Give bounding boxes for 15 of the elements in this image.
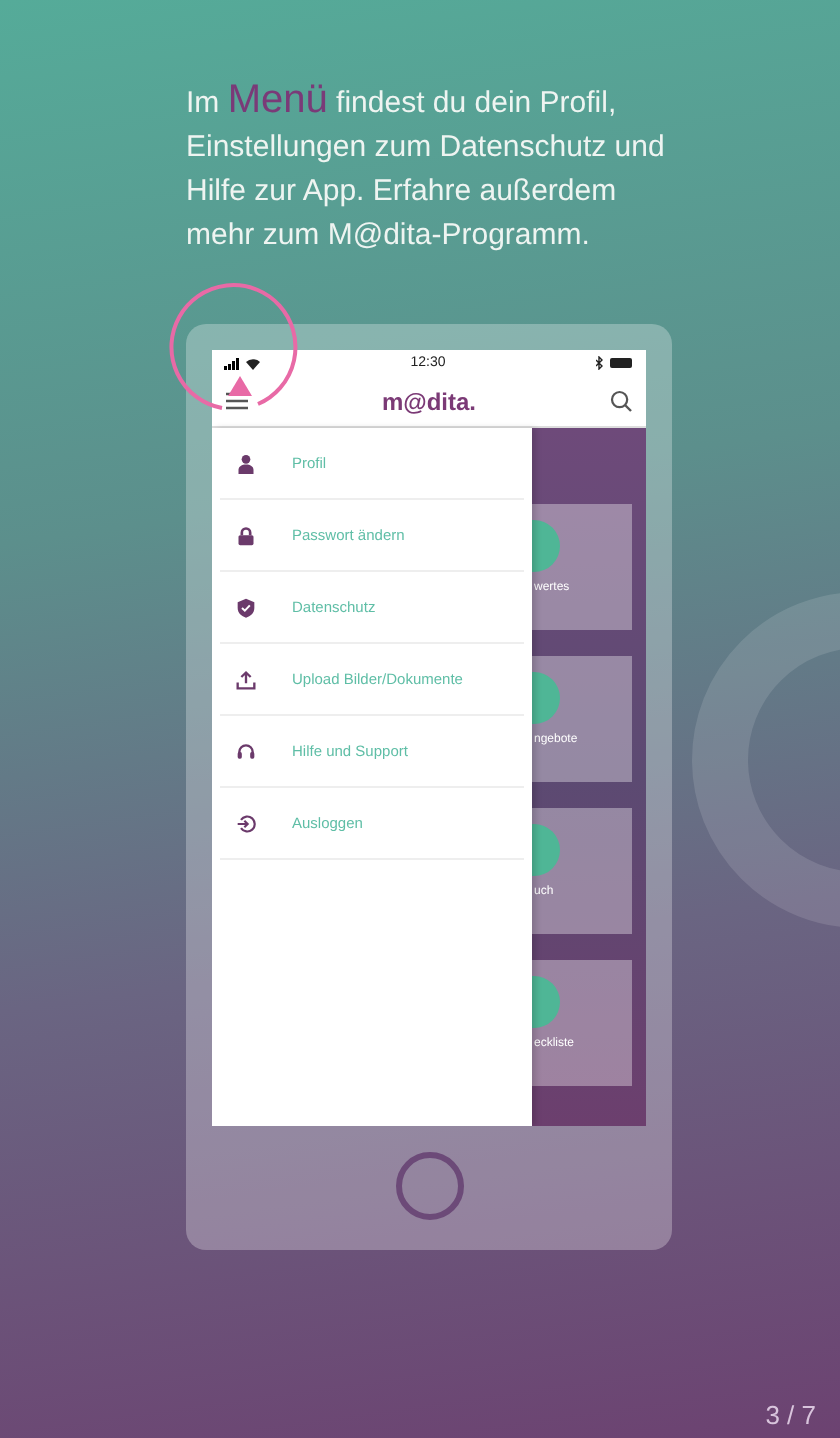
shield-icon [236, 597, 256, 617]
bluetooth-icon [596, 356, 604, 370]
person-icon [236, 453, 256, 473]
signal-icon [224, 357, 240, 369]
menu-icon[interactable] [226, 392, 248, 410]
logout-icon [236, 813, 256, 833]
page-counter: 3 / 7 [765, 1400, 816, 1430]
intro-text: Im Menü findest du dein Profil, Einstellungen zum Datenschutz und Hilfe zur App. Erfahre außerdem mehr zum M@dita-Programm. [184, 76, 666, 256]
search-icon[interactable] [609, 390, 632, 412]
headset-icon [236, 741, 256, 761]
upload-icon [236, 669, 256, 689]
app-logo: m@dita. [381, 387, 477, 415]
lock-icon [236, 525, 256, 545]
wifi-icon [246, 357, 260, 369]
battery-icon [610, 358, 634, 368]
